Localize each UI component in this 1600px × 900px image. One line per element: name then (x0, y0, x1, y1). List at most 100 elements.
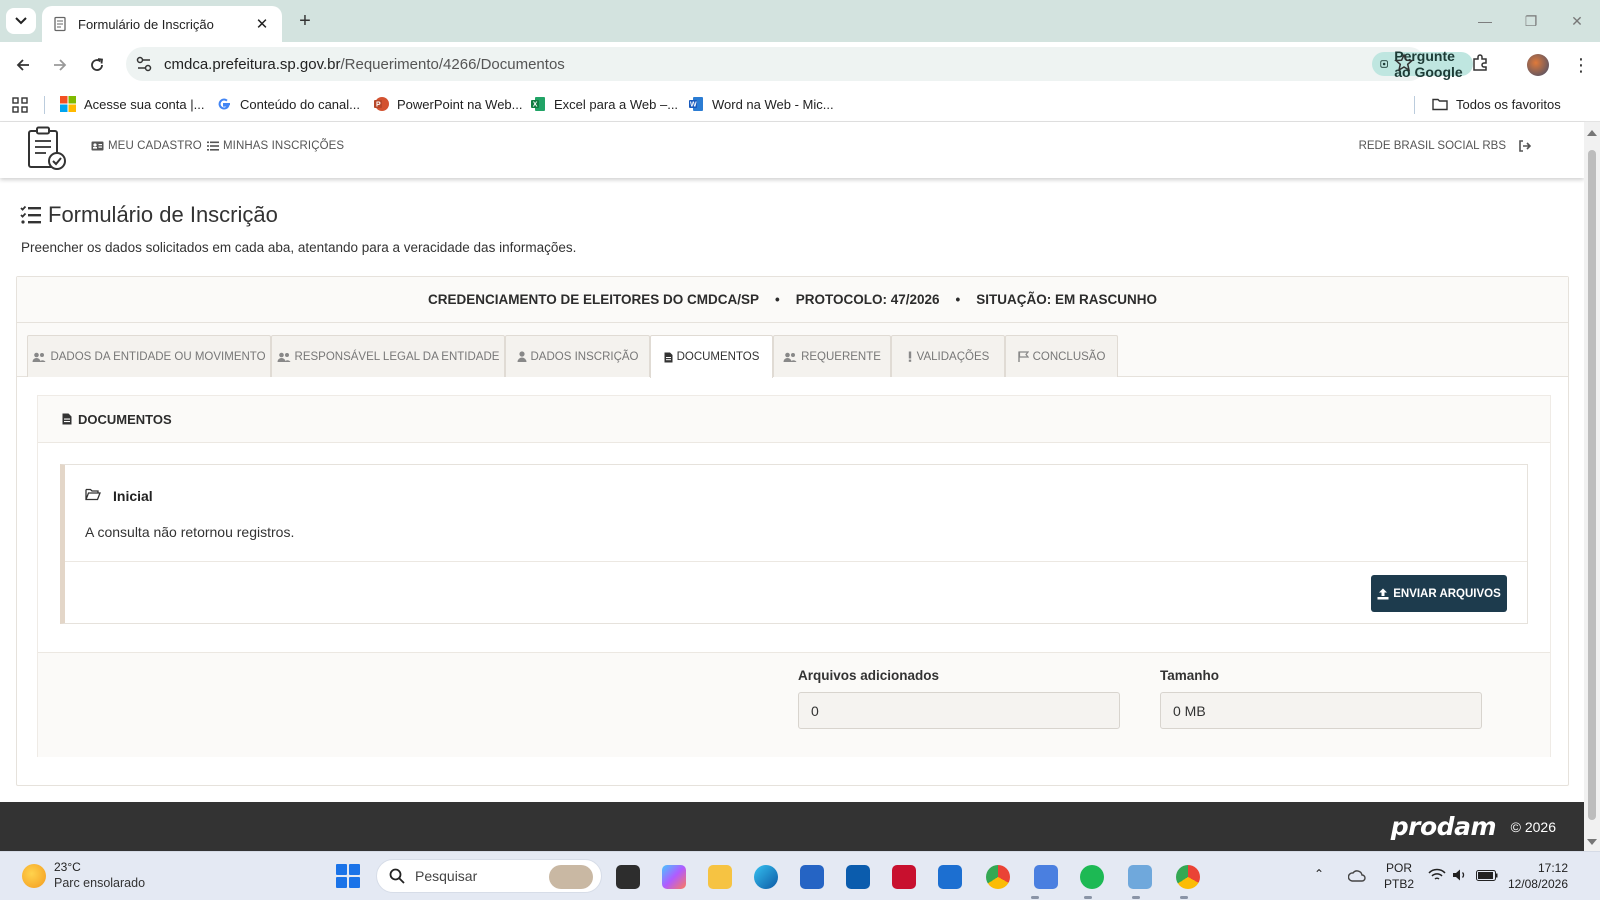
files-added-label: Arquivos adicionados (798, 668, 940, 683)
minimize-icon[interactable]: — (1462, 0, 1508, 42)
scroll-up-icon[interactable] (1587, 130, 1597, 136)
form-tabs: DADOS DA ENTIDADE OU MOVIMENTO RESPONSÁV… (17, 323, 1568, 378)
input-language[interactable]: POR PTB2 (1384, 860, 1414, 892)
clipboard-check-icon[interactable] (26, 126, 68, 172)
chrome-profile-icon[interactable] (1176, 865, 1200, 889)
svg-text:X: X (533, 102, 538, 109)
arrow-right-icon (54, 59, 67, 71)
photos-icon[interactable] (1128, 865, 1152, 889)
extensions-icon[interactable] (1470, 53, 1490, 73)
file-explorer-icon[interactable] (708, 865, 732, 889)
user-icon (517, 351, 526, 362)
tab-requester[interactable]: REQUERENTE (773, 335, 891, 377)
scroll-thumb[interactable] (1588, 150, 1596, 820)
scroll-down-icon[interactable] (1587, 839, 1597, 845)
forward-button[interactable] (46, 51, 74, 79)
process-name: CREDENCIAMENTO DE ELEITORES DO CMDCA/SP (427, 292, 759, 307)
tab-legal-representative[interactable]: RESPONSÁVEL LEGAL DA ENTIDADE (271, 335, 505, 377)
tab-conclusion[interactable]: CONCLUSÃO (1005, 335, 1118, 377)
all-bookmarks-button[interactable]: Todos os favoritos (1432, 96, 1561, 112)
google-icon (218, 98, 230, 110)
separator-dot: • (775, 292, 780, 307)
store-icon[interactable] (800, 865, 824, 889)
bookmark-powerpoint[interactable]: P PowerPoint na Web... (373, 96, 523, 112)
spotify-icon[interactable] (1080, 865, 1104, 889)
profile-avatar[interactable] (1527, 54, 1549, 76)
browser-tab-active[interactable]: Formulário de Inscrição ✕ (42, 6, 282, 42)
address-bar[interactable]: cmdca.prefeitura.sp.gov.br/Requerimento/… (126, 47, 1473, 81)
document-favicon-icon (54, 16, 66, 32)
page-title: Formulário de Inscrição (20, 202, 278, 228)
copilot-icon[interactable] (662, 865, 686, 889)
users-icon (783, 352, 797, 362)
document-category-title: Inicial (113, 488, 153, 504)
separator-dot: • (955, 292, 961, 307)
start-button-icon[interactable] (336, 864, 360, 888)
battery-icon[interactable] (1476, 870, 1498, 881)
svg-text:P: P (376, 102, 381, 109)
taskbar-search[interactable]: Pesquisar (376, 859, 602, 893)
users-icon (277, 352, 291, 362)
status-badge: SITUAÇÃO: EM RASCUNHO (976, 292, 1158, 307)
url-path: /Requerimento/4266/Documentos (340, 56, 565, 73)
system-clock[interactable]: 17:12 12/08/2026 (1508, 860, 1568, 892)
nav-my-inscriptions[interactable]: MINHAS INSCRIÇÕES (207, 140, 344, 152)
show-hidden-icons[interactable]: ⌃ (1314, 866, 1324, 882)
lens-icon (1380, 60, 1388, 68)
keyboard-layout: PTB2 (1384, 877, 1415, 891)
files-added-field: 0 (798, 692, 1120, 729)
tab-entity-data[interactable]: DADOS DA ENTIDADE OU MOVIMENTO (27, 335, 271, 377)
url-domain: cmdca.prefeitura.sp.gov.br (164, 56, 341, 73)
weather-widget[interactable]: 23°C Parc ensolarado (22, 860, 145, 890)
cloud-icon[interactable] (1348, 868, 1366, 884)
reload-icon (91, 58, 104, 71)
nav-my-registration[interactable]: MEU CADASTRO (91, 140, 202, 152)
mcafee-icon[interactable] (892, 865, 916, 889)
inscription-summary: CREDENCIAMENTO DE ELEITORES DO CMDCA/SP … (17, 277, 1568, 323)
user-name-link[interactable]: REDE BRASIL SOCIAL RBS (1359, 140, 1506, 152)
tab-inscription-data[interactable]: DADOS INSCRIÇÃO (505, 335, 650, 377)
bookmark-microsoft[interactable]: Acesse sua conta |... (60, 96, 204, 112)
reload-button[interactable] (83, 51, 111, 79)
outlook-icon[interactable] (938, 865, 962, 889)
prodam-logo: prodam (1390, 812, 1497, 841)
bookmarks-separator (1414, 96, 1415, 114)
tab-search-button[interactable] (6, 8, 36, 34)
windows-taskbar: 23°C Parc ensolarado Pesquisar ⌃ POR PTB… (0, 851, 1600, 900)
page-scrollbar[interactable] (1584, 122, 1600, 851)
documents-panel-title: DOCUMENTOS (78, 411, 172, 427)
upload-files-button[interactable]: ENVIAR ARQUIVOS (1371, 575, 1507, 612)
task-view-icon[interactable] (616, 865, 640, 889)
tab-label: RESPONSÁVEL LEGAL DA ENTIDADE (294, 350, 500, 363)
tab-documents[interactable]: DOCUMENTOS (650, 335, 773, 378)
site-info-icon[interactable] (134, 54, 154, 74)
powerpoint-icon: P (374, 97, 389, 111)
wifi-icon[interactable] (1428, 868, 1446, 882)
chrome-icon[interactable] (986, 865, 1010, 889)
volume-icon[interactable] (1452, 868, 1468, 882)
browser-toolbar: cmdca.prefeitura.sp.gov.br/Requerimento/… (0, 42, 1600, 88)
arrow-left-icon (16, 59, 29, 71)
restore-icon[interactable]: ❐ (1508, 0, 1554, 42)
protocol-number: PROTOCOLO: 47/2026 (795, 292, 940, 307)
close-tab-icon[interactable]: ✕ (252, 15, 272, 33)
new-tab-button[interactable]: + (292, 8, 318, 34)
users-icon (32, 352, 46, 362)
window-controls: — ❐ ✕ (1462, 0, 1600, 42)
bookmark-excel[interactable]: X Excel para a Web –... (530, 96, 678, 112)
app-icon[interactable] (846, 865, 870, 889)
apps-grid-icon[interactable] (12, 97, 28, 113)
running-indicator (1180, 896, 1188, 899)
edge-icon[interactable] (754, 865, 778, 889)
bookmark-google[interactable]: Conteúdo do canal... (216, 96, 360, 112)
tab-validations[interactable]: VALIDAÇÕES (891, 335, 1005, 377)
calendar-app-icon[interactable] (1034, 865, 1058, 889)
ask-google-button[interactable]: Pergunte ao Google (1372, 48, 1473, 80)
browser-menu-icon[interactable]: ⋮ (1572, 54, 1590, 76)
bookmark-star-icon[interactable] (1394, 53, 1414, 73)
tab-label: CONCLUSÃO (1032, 350, 1106, 363)
close-window-icon[interactable]: ✕ (1554, 0, 1600, 42)
back-button[interactable] (9, 51, 37, 79)
bookmark-word[interactable]: W Word na Web - Mic... (688, 96, 834, 112)
logout-icon[interactable] (1518, 139, 1532, 153)
